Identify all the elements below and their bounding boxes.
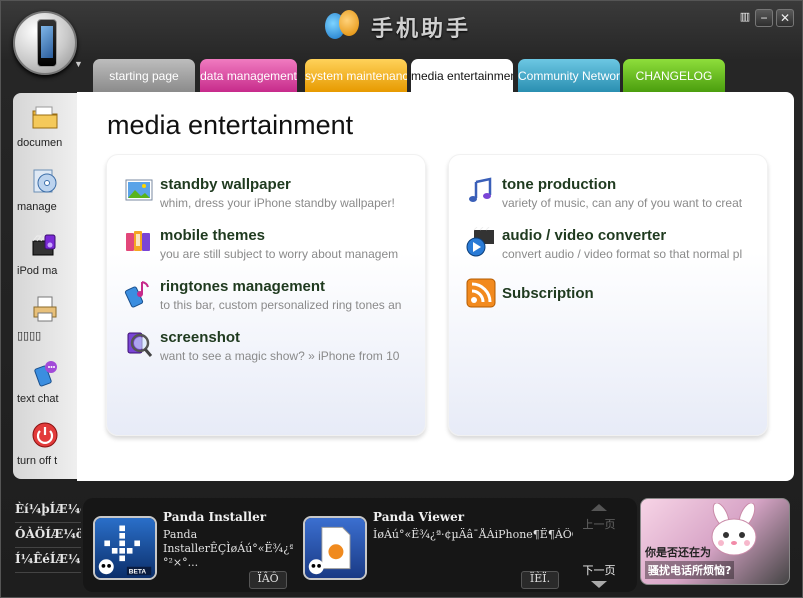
advert-text: 骚扰电话所烦恼? (645, 561, 735, 579)
music-disc-icon (33, 169, 57, 193)
tab-data-management[interactable]: data management (200, 59, 297, 92)
music-note-icon (469, 177, 492, 202)
promo-name[interactable]: Panda Viewer (373, 510, 464, 524)
ipod-media-icon (32, 234, 56, 256)
panda-installer-icon[interactable]: BETA (93, 516, 157, 580)
rss-icon (466, 278, 496, 308)
folder-icon (32, 106, 58, 129)
tab-community-network[interactable]: Community Network (518, 59, 620, 92)
iphone-icon (37, 19, 57, 67)
sidebar-item-label: turn off t (17, 455, 58, 467)
panda-viewer-icon[interactable] (303, 516, 367, 580)
sidebar-item-manage[interactable]: manage (13, 161, 77, 225)
feature-subscription[interactable]: Subscription (466, 278, 766, 318)
feature-description: convert audio / video format so that nor… (502, 247, 743, 261)
ringtone-icon (124, 281, 149, 308)
advert-banner[interactable]: 你是否还在为 骚扰电话所烦恼? (640, 498, 790, 585)
power-icon (32, 422, 58, 448)
sidebar-item-label: text chat (17, 393, 59, 405)
chevron-up-icon[interactable] (591, 504, 607, 511)
feature-title: Subscription (502, 285, 594, 302)
skin-button[interactable]: ▥ (738, 9, 752, 27)
printer-icon (33, 296, 57, 322)
sidebar: documen manage iPod ma ▯▯▯▯ text chat tu… (13, 93, 77, 479)
themes-icon (126, 231, 150, 251)
chevron-down-icon[interactable] (591, 581, 607, 588)
feature-title: screenshot (160, 329, 241, 346)
svg-text:BETA: BETA (129, 568, 147, 575)
close-button[interactable]: ✕ (776, 9, 794, 27)
sidebar-item-documents[interactable]: documen (13, 97, 77, 161)
sidebar-item-label: documen (17, 137, 63, 149)
bottom-nav-music[interactable]: ÓÀÖÍÆ¼ö (15, 523, 81, 548)
feature-card-right: tone production variety of music, can an… (448, 154, 768, 436)
next-page-button[interactable]: 下一页 (567, 561, 631, 581)
feature-description: whim, dress your iPhone standby wallpape… (160, 196, 395, 210)
app-title: 手机助手 (371, 17, 472, 42)
screenshot-icon (127, 332, 153, 357)
wallpaper-icon (125, 179, 153, 201)
feature-title: tone production (502, 176, 617, 193)
promo-description: ÌøÁú°«Ë¾¿ª·¢µÄâ¯ÅÀiPhone¶Ë¶ÁÖÕÍÅ¼ä¸ñË½°é… (373, 528, 573, 541)
app-logo: 手机助手 (323, 9, 471, 45)
feature-audio-video-converter[interactable]: audio / video converter convert audio / … (466, 227, 766, 267)
sidebar-item-label: ▯▯▯▯ (17, 330, 42, 342)
promo-panda-installer: BETA Panda Installer Panda InstallerÊÇÌø… (93, 508, 293, 589)
feature-title: mobile themes (160, 227, 266, 244)
feature-description: to this bar, custom personalized ring to… (160, 298, 402, 312)
previous-page-button[interactable]: 上一页 (567, 515, 631, 535)
sidebar-item-print[interactable]: ▯▯▯▯ (13, 289, 77, 353)
page-title: media entertainment (107, 110, 354, 140)
window-controls: ▥ − ✕ (738, 9, 794, 27)
feature-description: variety of music, can any of you want to… (502, 196, 743, 210)
sidebar-item-turn-off[interactable]: turn off t (13, 415, 77, 479)
device-avatar[interactable] (13, 11, 77, 75)
tab-system-maintenance[interactable]: system maintenance (305, 59, 407, 92)
sidebar-item-ipod-media[interactable]: iPod ma (13, 225, 77, 289)
download-button[interactable]: ÏÂÔ (249, 571, 287, 589)
sidebar-item-label: manage (17, 201, 57, 213)
feature-title: standby wallpaper (160, 176, 291, 193)
minimize-button[interactable]: − (755, 9, 773, 27)
tab-media-entertainment[interactable]: media entertainment (411, 59, 513, 93)
chat-icon (34, 361, 57, 387)
feature-title: ringtones management (160, 278, 326, 295)
promo-description: Panda InstallerÊÇÌøÁú°«Ë¾¿ª·¢µÄÏÂÔØ¡¢°²×… (163, 528, 293, 569)
device-dropdown-arrow-icon[interactable]: ▼ (74, 59, 83, 69)
converter-icon (466, 227, 494, 257)
bottom-nav-software[interactable]: Èí¼þÍÆ¼ö (15, 498, 81, 523)
sidebar-item-text-chat[interactable]: text chat (13, 353, 77, 417)
logo-mark-icon (323, 10, 361, 44)
feature-ringtones-management[interactable]: ringtones management to this bar, custom… (124, 278, 424, 318)
promo-strip: BETA Panda Installer Panda InstallerÊÇÌø… (83, 498, 637, 592)
feature-mobile-themes[interactable]: mobile themes you are still subject to w… (124, 227, 424, 267)
promo-name[interactable]: Panda Installer (163, 510, 266, 524)
feature-title: audio / video converter (502, 227, 667, 244)
promo-pager: 上一页 下一页 (567, 504, 631, 590)
tab-changelog[interactable]: CHANGELOG (623, 59, 725, 92)
advert-text: 你是否还在为 (645, 546, 711, 559)
feature-standby-wallpaper[interactable]: standby wallpaper whim, dress your iPhon… (124, 176, 424, 216)
bottom-category-nav: Èí¼þÍÆ¼ö ÓÀÖÍÆ¼ö Í¼ÊéÍÆ¼ö (15, 498, 81, 573)
bottom-nav-books[interactable]: Í¼ÊéÍÆ¼ö (15, 548, 81, 573)
feature-tone-production[interactable]: tone production variety of music, can an… (466, 176, 766, 216)
download-button[interactable]: ÏÈÏ. (521, 571, 559, 589)
feature-card-left: standby wallpaper whim, dress your iPhon… (106, 154, 426, 436)
sidebar-item-label: iPod ma (17, 265, 58, 277)
app-window: ▼ 手机助手 ▥ − ✕ starting page data manageme… (0, 0, 803, 598)
feature-description: you are still subject to worry about man… (160, 247, 399, 261)
main-panel: media entertainment standby wallpaper wh… (77, 92, 794, 481)
rabbit-mascot-icon (711, 503, 757, 556)
feature-description: want to see a magic show? » iPhone from … (160, 349, 400, 363)
tab-starting-page[interactable]: starting page (93, 59, 195, 92)
promo-panda-viewer: Panda Viewer ÌøÁú°«Ë¾¿ª·¢µÄâ¯ÅÀiPhone¶Ë¶… (303, 508, 573, 589)
feature-screenshot[interactable]: screenshot want to see a magic show? » i… (124, 329, 424, 369)
